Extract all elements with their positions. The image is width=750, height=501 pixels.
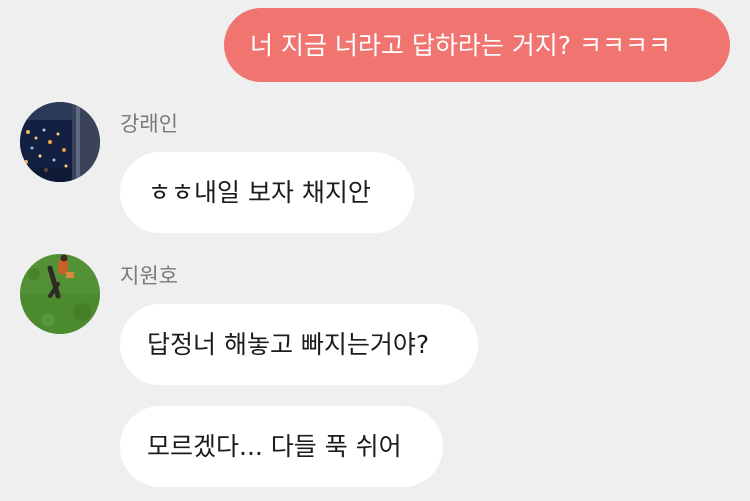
incoming-message-bubble[interactable]: 답정너 해놓고 빠지는거야? — [120, 304, 478, 385]
grass-field-person-photo-avatar — [20, 254, 100, 334]
message-text: 너 지금 너라고 답하라는 거지? ㅋㅋㅋㅋ — [250, 30, 672, 60]
chat-thread: 너 지금 너라고 답하라는 거지? ㅋㅋㅋㅋ 강래인 ㅎㅎ내일 보자 채지안 지… — [0, 0, 750, 501]
incoming-message-bubble[interactable]: 모르겠다... 다들 푹 쉬어 — [120, 406, 443, 487]
message-text: ㅎㅎ내일 보자 채지안 — [148, 178, 371, 207]
message-text: 모르겠다... 다들 푹 쉬어 — [147, 432, 402, 461]
sender-name: 지원호 — [120, 264, 178, 288]
incoming-message-bubble[interactable]: ㅎㅎ내일 보자 채지안 — [120, 152, 414, 233]
sender-avatar-kang-rae-in[interactable] — [20, 102, 100, 182]
night-city-photo-avatar — [20, 102, 100, 182]
message-text: 답정너 해놓고 빠지는거야? — [147, 330, 430, 359]
sender-avatar-ji-won-ho[interactable] — [20, 254, 100, 334]
outgoing-message-bubble[interactable]: 너 지금 너라고 답하라는 거지? ㅋㅋㅋㅋ — [224, 8, 730, 82]
sender-name: 강래인 — [120, 112, 178, 136]
